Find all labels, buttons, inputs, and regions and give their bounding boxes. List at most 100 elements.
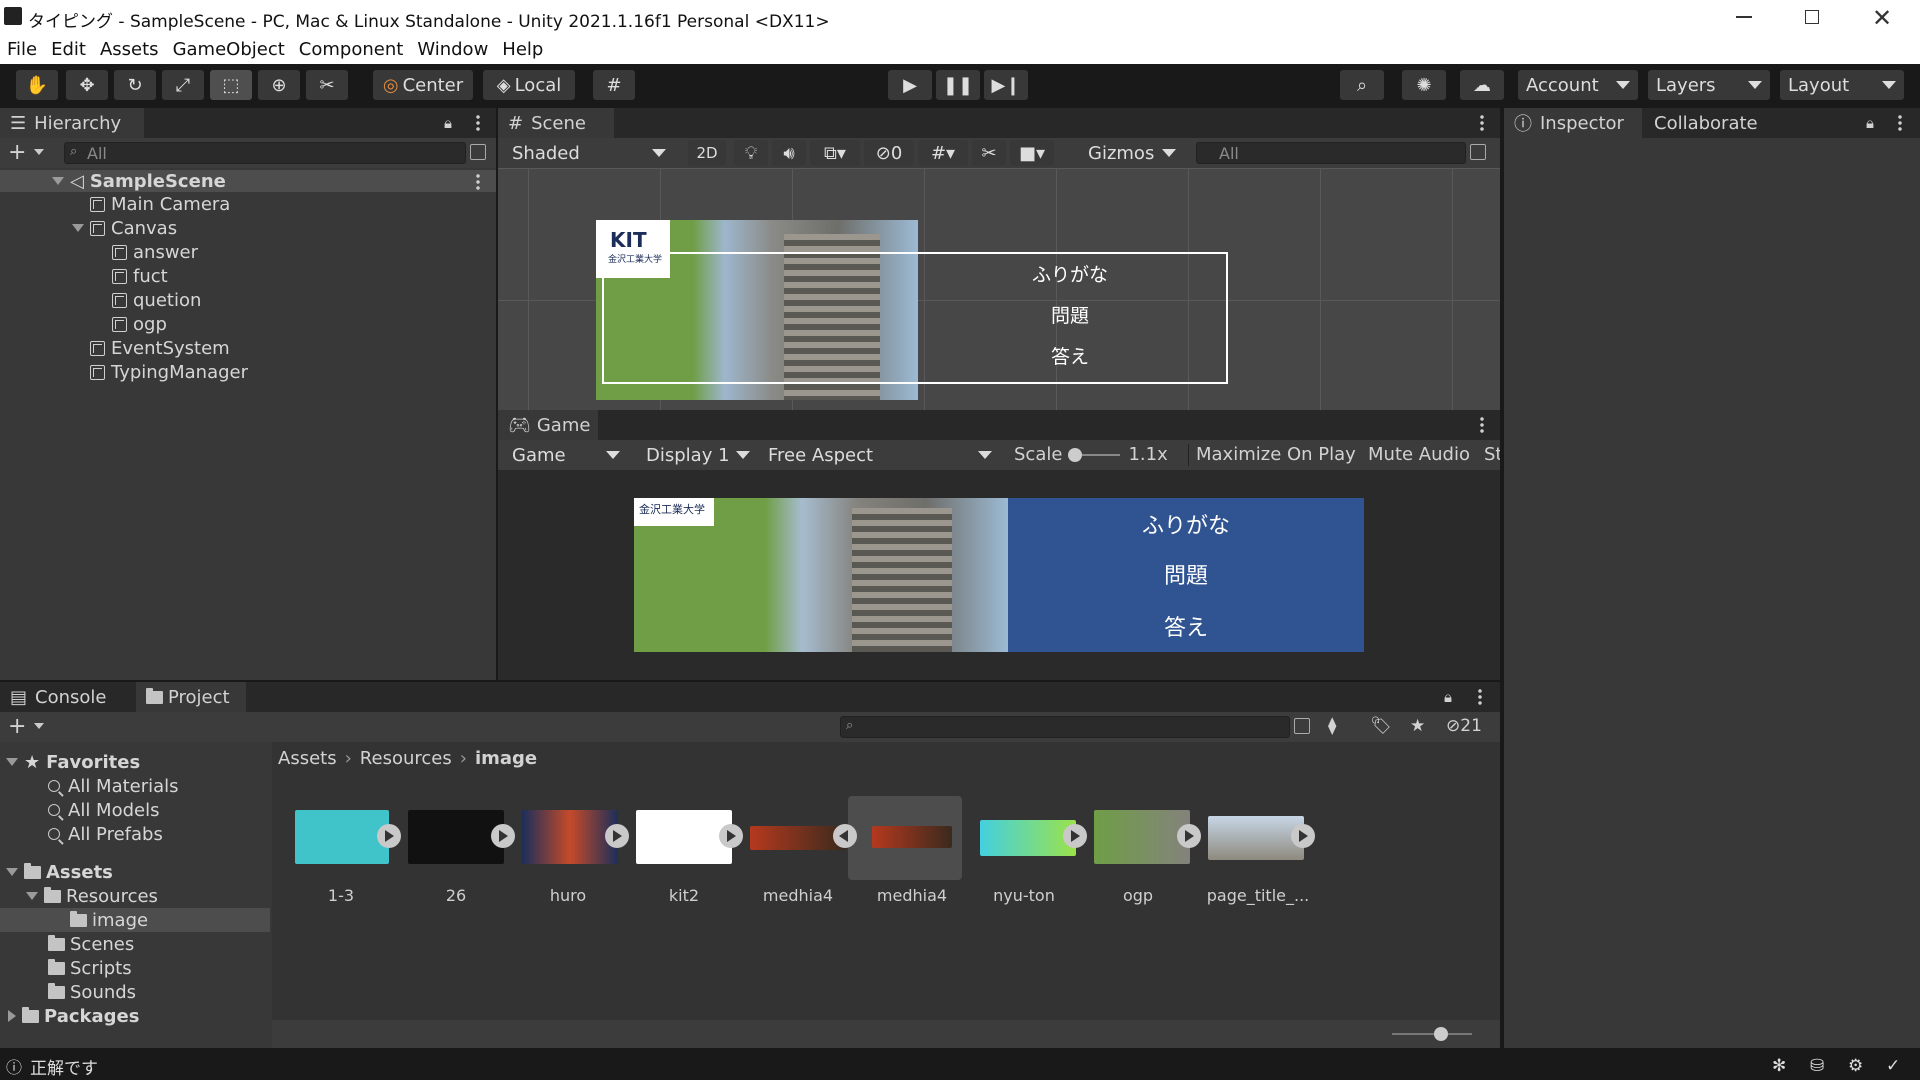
step-button[interactable]: ▶❙ [984,70,1028,100]
fold-arrow-icon[interactable] [8,1010,16,1022]
check-icon[interactable]: ✓ [1886,1056,1900,1076]
asset-label[interactable]: nyu-ton [974,886,1074,905]
scene-search-icon[interactable] [1470,144,1486,160]
audio-icon[interactable]: 🔊︎ [772,140,806,166]
more-icon[interactable] [1480,114,1484,132]
asset-label[interactable]: page_title_... [1202,886,1314,905]
services-icon[interactable]: ✺ [1402,70,1446,100]
tree-packages[interactable]: Packages [8,1004,139,1028]
status-message[interactable]: 正解です [30,1054,98,1079]
settings-icon[interactable]: ⚙ [1848,1056,1863,1076]
asset-thumbnail[interactable] [295,810,389,864]
custom-tool-icon[interactable]: ✂ [306,70,348,100]
close-icon[interactable]: ✕ [1872,4,1892,32]
asset-label[interactable]: medhia4 [862,886,962,905]
grid-snap-icon[interactable]: # [593,70,635,100]
tree-item[interactable]: Scripts [48,956,132,980]
hierarchy-item[interactable]: Canvas [72,216,177,240]
shading-dropdown[interactable]: Shaded [504,138,674,168]
tree-item[interactable]: Sounds [48,980,136,1004]
more-icon[interactable] [1480,416,1484,434]
lighting-icon[interactable]: 💡︎ [734,140,768,166]
pivot-local-button[interactable]: ◈ Local [483,70,575,100]
scene-search-icon[interactable] [470,144,486,160]
search-by-type-icon[interactable] [1294,718,1310,734]
tab-console[interactable]: ▤ Console [0,682,134,712]
play-icon[interactable] [491,824,515,848]
tab-hierarchy[interactable]: ☰ Hierarchy [0,108,144,138]
add-icon[interactable]: + [8,140,26,165]
asset-thumbnail[interactable] [872,826,952,848]
2d-toggle-button[interactable]: 2D [688,140,726,166]
menu-assets[interactable]: Assets [100,39,159,60]
slider-handle[interactable] [1434,1027,1448,1041]
menu-window[interactable]: Window [417,39,488,60]
tree-item[interactable]: All Prefabs [48,822,163,846]
tree-item[interactable]: All Materials [48,774,179,798]
cache-icon[interactable]: ⛁ [1810,1056,1824,1076]
tab-scene[interactable]: # Scene [498,108,614,138]
hierarchy-item[interactable]: answer [112,240,198,264]
breadcrumb-item[interactable]: Assets [278,748,337,769]
asset-label[interactable]: medhia4 [748,886,848,905]
bug-icon[interactable]: ✻ [1772,1056,1786,1076]
game-mode-dropdown[interactable]: Game [504,440,628,470]
asset-thumbnail[interactable] [750,826,846,850]
tree-assets[interactable]: Assets [6,860,113,884]
fold-arrow-icon[interactable] [72,224,84,232]
play-icon[interactable] [1063,824,1087,848]
tree-item[interactable]: Scenes [48,932,134,956]
tree-item[interactable]: All Models [48,798,159,822]
tab-inspector[interactable]: ⓘ Inspector [1504,108,1642,138]
camera-icon[interactable]: ■▾ [1010,140,1054,166]
play-icon[interactable] [377,824,401,848]
fold-arrow-icon[interactable] [26,892,38,900]
fold-arrow-icon[interactable] [52,177,64,185]
lock-icon[interactable]: 🔒︎ [444,114,452,132]
breadcrumb-item[interactable]: image [475,748,537,769]
hidden-packages-icon[interactable]: ⊘21 [1446,716,1482,736]
add-icon[interactable]: + [8,714,26,739]
tree-favorites[interactable]: ★ Favorites [6,750,140,774]
search-icon[interactable]: ⌕ [1340,70,1384,100]
hierarchy-item[interactable]: quetion [112,288,201,312]
hidden-objects-icon[interactable]: ⊘ 0 [864,140,914,166]
hand-tool-icon[interactable]: ✋ [16,70,58,100]
asset-label[interactable]: 1-3 [291,886,391,905]
scene-viewport[interactable]: KIT 金沢工業大学 ふりがな 問題 答え [498,168,1500,410]
scale-tool-icon[interactable]: ⤢ [162,70,204,100]
star-icon[interactable]: ★ [1410,716,1425,736]
asset-thumbnail[interactable] [636,810,732,864]
asset-label[interactable]: ogp [1088,886,1188,905]
rotate-tool-icon[interactable]: ↻ [114,70,156,100]
hierarchy-item[interactable]: Main Camera [90,192,230,216]
more-icon[interactable] [476,173,480,191]
hierarchy-search-input[interactable]: All [64,142,466,164]
asset-thumbnail[interactable] [408,810,504,864]
play-icon[interactable] [719,824,743,848]
stats-toggle[interactable]: St [1484,444,1500,465]
mute-audio-toggle[interactable]: Mute Audio [1368,444,1470,465]
chevron-down-icon[interactable] [34,723,44,729]
lock-icon[interactable]: 🔒︎ [1866,114,1874,132]
slider-handle[interactable] [1068,447,1083,462]
zoom-slider[interactable] [1392,1033,1472,1035]
play-icon[interactable] [833,824,857,848]
asset-label[interactable]: 26 [406,886,506,905]
menu-component[interactable]: Component [299,39,404,60]
maximize-on-play-toggle[interactable]: Maximize On Play [1196,444,1356,465]
project-search-input[interactable] [840,716,1290,738]
play-icon[interactable] [1177,824,1201,848]
more-icon[interactable] [476,114,480,132]
play-icon[interactable] [605,824,629,848]
tree-item[interactable]: image [70,908,148,932]
filter-type-icon[interactable]: ⧫ [1328,716,1336,736]
rect-tool-icon[interactable]: ⬚ [210,70,252,100]
tree-item[interactable]: Resources [26,884,158,908]
menu-file[interactable]: File [7,39,37,60]
more-icon[interactable] [1898,114,1902,132]
layout-dropdown[interactable]: Layout [1780,70,1904,100]
tab-collaborate[interactable]: Collaborate [1644,108,1774,138]
hierarchy-item[interactable]: TypingManager [90,360,248,384]
hierarchy-item[interactable]: EventSystem [90,336,230,360]
